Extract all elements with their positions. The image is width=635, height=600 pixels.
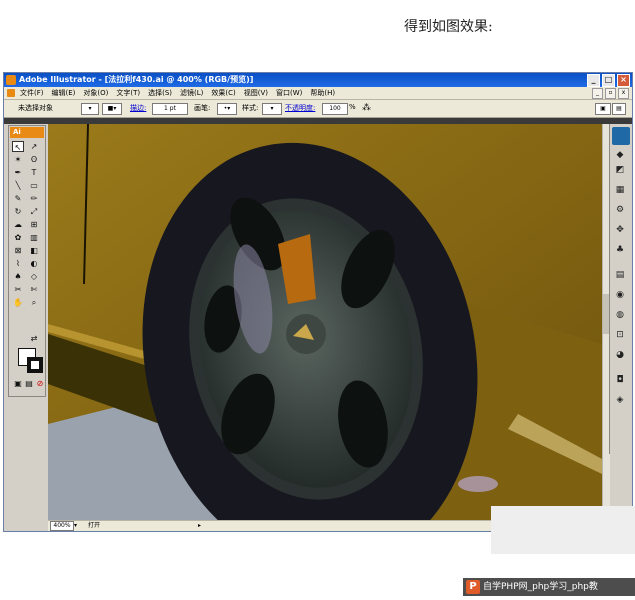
menu-file[interactable]: 文件(F)	[20, 87, 44, 99]
live-paint-selection-tool-icon[interactable]: ◇	[28, 271, 40, 282]
menu-effect[interactable]: 效果(C)	[211, 87, 235, 99]
menu-edit[interactable]: 编辑(E)	[52, 87, 76, 99]
options-icon[interactable]: ⁂	[362, 103, 371, 113]
selection-tool-icon[interactable]: ↖	[12, 141, 24, 152]
opacity-label-link[interactable]: 不透明度:	[285, 103, 315, 113]
menu-window[interactable]: 窗口(W)	[276, 87, 302, 99]
doc-minimize-button[interactable]: _	[592, 88, 603, 99]
line-tool-icon[interactable]: ╲	[12, 180, 24, 191]
status-text: 打开	[88, 522, 101, 529]
control-bar: 未选择对象 ▾ ■▾ 描边: 1 pt 画笔: •▾ 样式: ▾ 不透明度: 1…	[4, 100, 632, 118]
doc-restore-button[interactable]: ▫	[605, 88, 616, 99]
toolbox-panel: Ai ↖ ↗ ✶ ʘ ✒ T ╲ ▭ ✎ ✏ ↻ ⤢ ☁ ⊞ ✿ ▥ ⊠ ◧ ⌇…	[8, 125, 46, 397]
workspace-button[interactable]: ▤	[612, 103, 626, 115]
selection-status: 未选择对象	[18, 104, 53, 112]
site-watermark: P 自学PHP网_php学习_php教	[463, 578, 635, 596]
magic-wand-tool-icon[interactable]: ✶	[12, 154, 24, 165]
car-wheel-artwork	[48, 124, 602, 520]
artboard-canvas[interactable]	[48, 124, 602, 520]
transparency-panel-icon[interactable]: ▦	[613, 184, 627, 196]
menu-type[interactable]: 文字(T)	[116, 87, 140, 99]
menu-object[interactable]: 对象(O)	[83, 87, 108, 99]
symbol-sprayer-tool-icon[interactable]: ✿	[12, 232, 24, 243]
pen-tool-icon[interactable]: ✒	[12, 167, 24, 178]
php-logo-icon: P	[466, 580, 480, 594]
opacity-unit: %	[349, 103, 356, 111]
stroke-swatch[interactable]	[27, 357, 43, 373]
close-button[interactable]: ×	[617, 74, 630, 87]
dock-collapse-icon[interactable]: ◈	[613, 394, 627, 406]
watermark-text: 自学PHP网_php学习_php教	[483, 582, 598, 592]
stroke-panel-icon[interactable]: ⚙	[613, 204, 627, 216]
direct-selection-tool-icon[interactable]: ↗	[28, 141, 40, 152]
hand-tool-icon[interactable]: ✋	[12, 297, 24, 308]
minimize-button[interactable]: _	[587, 74, 600, 87]
doc-close-button[interactable]: x	[618, 88, 629, 99]
live-paint-bucket-tool-icon[interactable]: ♠	[12, 271, 24, 282]
gradient-tool-icon[interactable]: ◧	[28, 245, 40, 256]
menu-select[interactable]: 选择(S)	[148, 87, 172, 99]
symbols-panel-icon[interactable]: ♣	[613, 244, 627, 256]
illustrator-window: Adobe Illustrator - [法拉利f430.ai @ 400% (…	[3, 72, 633, 532]
appearance-panel-icon[interactable]: ◉	[613, 289, 627, 301]
zoom-level-field[interactable]: 400%	[50, 521, 74, 531]
panel-dock: ◆ ◩ ▦ ⚙ ✥ ♣ ▤ ◉ ◍ ⊡ ◕ ◘ ◈	[609, 124, 632, 454]
menu-help[interactable]: 帮助(H)	[310, 87, 335, 99]
menu-filter[interactable]: 滤镜(L)	[180, 87, 203, 99]
scissors-tool-icon[interactable]: ✄	[28, 284, 40, 295]
mesh-tool-icon[interactable]: ⊠	[12, 245, 24, 256]
slice-tool-icon[interactable]: ✂	[12, 284, 24, 295]
tire-reflection	[458, 476, 498, 492]
info-panel-icon[interactable]: ◕	[613, 349, 627, 361]
stroke-label-link[interactable]: 描边:	[130, 103, 146, 113]
brush-label: 画笔:	[194, 104, 211, 112]
warp-tool-icon[interactable]: ☁	[12, 219, 24, 230]
scale-tool-icon[interactable]: ⤢	[28, 206, 40, 217]
stroke-weight-field[interactable]: 1 pt	[152, 103, 188, 115]
brushes-panel-icon[interactable]: ✥	[613, 224, 627, 236]
style-label: 样式:	[242, 104, 259, 112]
toolbox-header: Ai	[10, 127, 44, 138]
maximize-button[interactable]: □	[602, 74, 615, 87]
lasso-tool-icon[interactable]: ʘ	[28, 154, 40, 165]
swap-fill-stroke-icon[interactable]: ⇄	[28, 333, 40, 344]
free-transform-tool-icon[interactable]: ⊞	[28, 219, 40, 230]
bridge-icon[interactable]	[612, 127, 630, 145]
style-dropdown[interactable]: ▾	[262, 103, 282, 115]
menu-view[interactable]: 视图(V)	[244, 87, 268, 99]
document-icon[interactable]	[7, 89, 15, 97]
page-background-block	[491, 506, 635, 554]
rotate-tool-icon[interactable]: ↻	[12, 206, 24, 217]
illustrator-app-icon	[6, 75, 16, 85]
pathfinder-panel-icon[interactable]: ⊡	[613, 329, 627, 341]
none-mode-icon[interactable]: ⊘	[34, 378, 46, 389]
type-tool-icon[interactable]: T	[28, 167, 40, 178]
color-panel-icon[interactable]: ◆	[613, 149, 627, 161]
pencil-tool-icon[interactable]: ✏	[28, 193, 40, 204]
window-title: Adobe Illustrator - [法拉利f430.ai @ 400% (…	[19, 75, 254, 84]
column-graph-tool-icon[interactable]: ▥	[28, 232, 40, 243]
stroke-color-dropdown[interactable]: ■▾	[102, 103, 122, 115]
opacity-field[interactable]: 100	[322, 103, 348, 115]
fill-color-dropdown[interactable]: ▾	[81, 103, 99, 115]
navigator-panel-icon[interactable]: ◘	[613, 374, 627, 386]
eyedropper-tool-icon[interactable]: ⌇	[12, 258, 24, 269]
tutorial-caption: 得到如图效果:	[404, 19, 493, 35]
zoom-dropdown-icon[interactable]: ▾	[74, 521, 77, 531]
blend-tool-icon[interactable]: ◐	[28, 258, 40, 269]
paintbrush-tool-icon[interactable]: ✎	[12, 193, 24, 204]
layers-panel-icon[interactable]: ▤	[613, 269, 627, 281]
gradient-panel-icon[interactable]: ◩	[613, 164, 627, 176]
rectangle-tool-icon[interactable]: ▭	[28, 180, 40, 191]
zoom-tool-icon[interactable]: ⌕	[28, 297, 40, 308]
panel-toggle-button[interactable]: ▣	[595, 103, 611, 115]
title-bar[interactable]: Adobe Illustrator - [法拉利f430.ai @ 400% (…	[4, 73, 632, 87]
menu-bar: 文件(F) 编辑(E) 对象(O) 文字(T) 选择(S) 滤镜(L) 效果(C…	[4, 87, 632, 100]
align-panel-icon[interactable]: ◍	[613, 309, 627, 321]
brush-dropdown[interactable]: •▾	[217, 103, 237, 115]
status-arrow-icon[interactable]: ▸	[198, 521, 201, 531]
